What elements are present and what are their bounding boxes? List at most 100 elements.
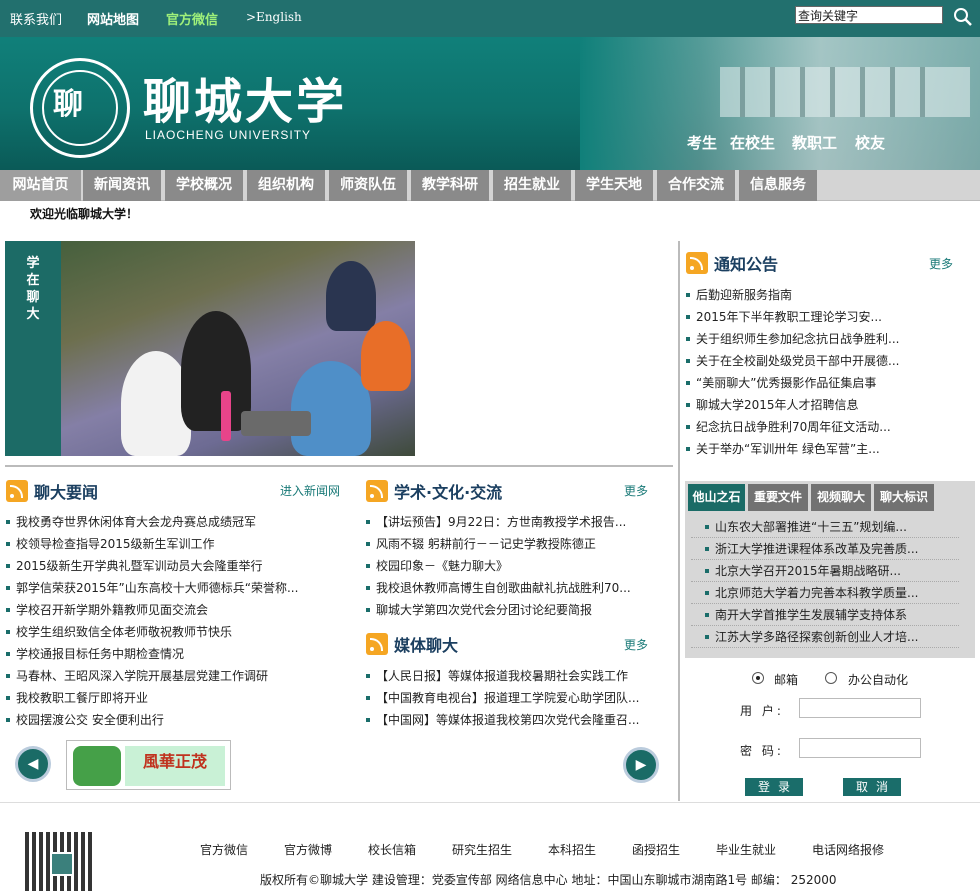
audience-link-applicants[interactable]: 考生 [687,132,717,153]
carousel-next-button[interactable]: ▶ [623,747,659,783]
campus-building-image [580,37,980,170]
audience-link-students[interactable]: 在校生 [730,132,775,153]
footer-link-correspondence[interactable]: 函授招生 [632,841,680,858]
notice-item[interactable]: 关于组织师生参加纪念抗日战争胜利... [686,328,976,350]
news-title: 聊大要闻 [34,483,99,502]
english-link[interactable]: >English [246,10,302,24]
tab-news-item[interactable]: 北京大学召开2015年暑期战略研... [691,560,959,582]
tab-news-item[interactable]: 山东农大部署推进“十三五”规划编... [691,516,959,538]
nav-overview[interactable]: 学校概况 [165,170,243,201]
nav-research[interactable]: 教学科研 [411,170,489,201]
notice-item[interactable]: “美丽聊大”优秀摄影作品征集启事 [686,372,976,394]
news-item[interactable]: 马春林、王昭风深入学院开展基层党建工作调研 [6,665,346,687]
footer-link-repair[interactable]: 电话网络报修 [812,841,884,858]
rss-icon [686,252,708,274]
news-item[interactable]: 我校教职工餐厅即将开业 [6,687,346,709]
news-item[interactable]: 学校通报目标任务中期检查情况 [6,643,346,665]
news-item[interactable]: 校园摆渡公交 安全便利出行 [6,709,346,731]
nav-cooperation[interactable]: 合作交流 [657,170,735,201]
footer-link-graduate-admissions[interactable]: 研究生招生 [452,841,512,858]
username-label: 用 户: [740,704,784,718]
tab-news-item[interactable]: 江苏大学多路径探索创新创业人才培... [691,626,959,648]
media-header: 媒体聊大 [366,632,458,656]
news-list: 我校勇夺世界休闲体育大会龙舟赛总成绩冠军 校领导检查指导2015级新生军训工作 … [6,511,346,731]
nav-info-services[interactable]: 信息服务 [739,170,817,201]
copyright-text: 版权所有©聊城大学 建设管理：党委宣传部 网络信息中心 地址：中国山东聊城市湖南… [260,873,837,887]
news-item[interactable]: 校领导检查指导2015级新生军训工作 [6,533,346,555]
footer-link-weibo[interactable]: 官方微博 [284,841,332,858]
notices-more-link[interactable]: 更多 [929,255,953,272]
tab-news-item[interactable]: 浙江大学推进课程体系改革及完善质... [691,538,959,560]
username-field[interactable] [799,698,921,718]
nav-organization[interactable]: 组织机构 [247,170,325,201]
partner-logo-tile[interactable]: 風華正茂 [66,740,231,790]
nav-news[interactable]: 新闻资讯 [83,170,161,201]
audience-link-alumni[interactable]: 校友 [855,132,885,153]
academic-title: 学术·文化·交流 [394,483,503,502]
office-radio-label: 办公自动化 [848,673,909,687]
tab-video[interactable]: 视频聊大 [811,484,871,511]
news-header: 聊大要闻 [6,479,98,503]
media-item[interactable]: 【中国教育电视台】报道理工学院爱心助学团队... [366,687,672,709]
password-field[interactable] [799,738,921,758]
nav-student-life[interactable]: 学生天地 [575,170,653,201]
nav-faculty[interactable]: 师资队伍 [329,170,407,201]
mail-radio[interactable] [752,672,764,684]
academic-item[interactable]: 【讲坛预告】9月22日：方世南教授学术报告... [366,511,672,533]
notice-item[interactable]: 后勤迎新服务指南 [686,284,976,306]
search-input[interactable] [795,6,943,24]
academic-item[interactable]: 聊城大学第四次党代会分团讨论纪要简报 [366,599,672,621]
section-divider [5,465,673,467]
academic-item[interactable]: 校园印象－《魅力聊大》 [366,555,672,577]
tab-important-documents[interactable]: 重要文件 [748,484,808,511]
nav-admissions[interactable]: 招生就业 [493,170,571,201]
notice-item[interactable]: 聊城大学2015年人才招聘信息 [686,394,976,416]
nav-home[interactable]: 网站首页 [0,170,81,201]
footer-link-wechat[interactable]: 官方微信 [200,841,248,858]
tab-identity[interactable]: 聊大标识 [874,484,934,511]
sitemap-link[interactable]: 网站地图 [87,9,139,28]
news-item[interactable]: 我校勇夺世界休闲体育大会龙舟赛总成绩冠军 [6,511,346,533]
academic-item[interactable]: 我校退休教师高博生自创歌曲献礼抗战胜利70... [366,577,672,599]
tab-news-item[interactable]: 南开大学首推学生发展辅学支持体系 [691,604,959,626]
footer-link-employment[interactable]: 毕业生就业 [716,841,776,858]
tab-news-item[interactable]: 北京师范大学着力完善本科教学质量... [691,582,959,604]
footer-divider [0,802,980,803]
cancel-button[interactable]: 取消 [843,778,901,796]
notice-item[interactable]: 2015年下半年教职工理论学习安... [686,306,976,328]
arrow-left-icon: ◀ [27,756,39,772]
login-button[interactable]: 登录 [745,778,803,796]
media-list: 【人民日报】等媒体报道我校暑期社会实践工作 【中国教育电视台】报道理工学院爱心助… [366,665,672,731]
office-radio[interactable] [825,672,837,684]
featured-photo[interactable]: 学在聊大 [5,241,415,456]
academic-list: 【讲坛预告】9月22日：方世南教授学术报告... 风雨不辍 躬耕前行－－记史学教… [366,511,672,621]
news-item[interactable]: 2015级新生开学典礼暨军训动员大会隆重举行 [6,555,346,577]
media-item[interactable]: 【人民日报】等媒体报道我校暑期社会实践工作 [366,665,672,687]
carousel-prev-button[interactable]: ◀ [15,746,51,782]
news-item[interactable]: 校学生组织致信全体老师敬祝教师节快乐 [6,621,346,643]
search-button[interactable] [951,6,975,28]
header-banner: 聊 聊城大学 LIAOCHENG UNIVERSITY 考生 在校生 教职工 校… [0,37,980,170]
tab-other-universities[interactable]: 他山之石 [688,484,745,511]
password-label: 密 码: [740,744,784,758]
notice-item[interactable]: 关于在全校副处级党员干部中开展德... [686,350,976,372]
wechat-link[interactable]: 官方微信 [166,9,218,28]
media-more-link[interactable]: 更多 [624,636,648,653]
notices-title: 通知公告 [714,255,779,274]
academic-item[interactable]: 风雨不辍 躬耕前行－－记史学教授陈德正 [366,533,672,555]
media-item[interactable]: 【中国网】等媒体报道我校第四次党代会隆重召... [366,709,672,731]
audience-link-staff[interactable]: 教职工 [792,132,837,153]
academic-more-link[interactable]: 更多 [624,482,648,499]
tabbed-news-box: 他山之石 重要文件 视频聊大 聊大标识 山东农大部署推进“十三五”规划编... … [685,481,975,658]
notice-item[interactable]: 纪念抗日战争胜利70周年征文活动... [686,416,976,438]
news-more-link[interactable]: 进入新闻网 [280,482,340,499]
notice-item[interactable]: 关于举办“军训卅年 绿色军营”主... [686,438,976,460]
rss-icon [366,480,388,502]
search-icon [954,8,972,26]
footer-link-president-mail[interactable]: 校长信箱 [368,841,416,858]
news-item[interactable]: 郭学信荣获2015年”山东高校十大师德标兵“荣誉称... [6,577,346,599]
footer-link-undergrad-admissions[interactable]: 本科招生 [548,841,596,858]
mail-radio-label: 邮箱 [774,673,799,687]
news-item[interactable]: 学校召开新学期外籍教师见面交流会 [6,599,346,621]
contact-link[interactable]: 联系我们 [10,9,62,28]
